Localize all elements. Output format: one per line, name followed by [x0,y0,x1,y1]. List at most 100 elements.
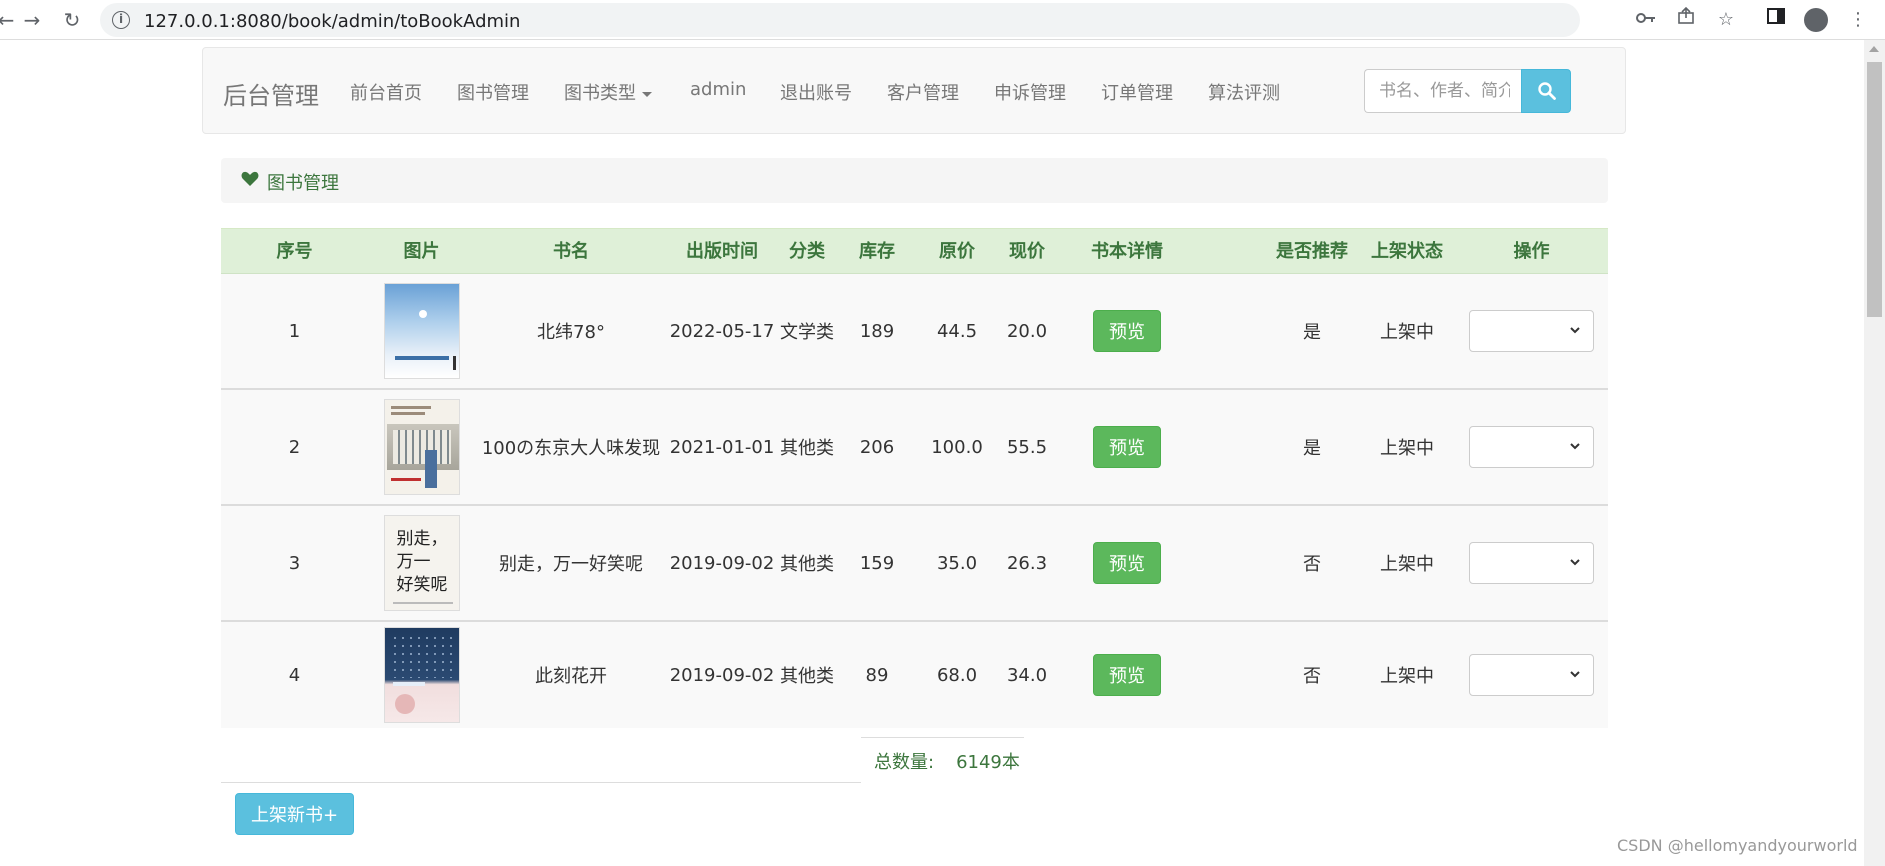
cell-book-name: 别走，万一好笑呢 [499,554,643,575]
total-label: 总数量: [874,752,935,773]
col-index: 序号 [276,241,313,262]
cell-book-name: 北纬78° [537,322,605,343]
cell-recommend: 否 [1303,666,1321,687]
cell-price: 26.3 [1006,552,1048,574]
cell-index: 3 [288,552,301,574]
cover-text: 万一 [396,552,431,572]
preview-button[interactable]: 预览 [1093,426,1161,468]
chevron-down-icon [1570,559,1580,566]
cell-status: 上架中 [1380,554,1434,575]
cell-price: 34.0 [1006,664,1048,686]
nav-item-admin[interactable]: admin [690,79,746,100]
search-button[interactable] [1521,69,1571,113]
book-cover-image [383,399,460,495]
chevron-down-icon [1570,327,1580,334]
page-scrollbar[interactable] [1864,40,1885,866]
address-url[interactable]: 127.0.0.1:8080/book/admin/toBookAdmin [144,11,520,32]
scrollbar-thumb[interactable] [1867,62,1882,317]
nav-item-orders[interactable]: 订单管理 [1101,79,1173,105]
col-name: 书名 [553,241,589,262]
search-input[interactable] [1364,69,1524,113]
search-icon [1538,82,1556,100]
nav-item-home[interactable]: 前台首页 [350,79,422,105]
chevron-down-icon [1570,671,1580,678]
key-icon[interactable] [1632,6,1660,34]
nav-item-book-type-label: 图书类型 [564,83,636,104]
cell-recommend: 是 [1303,438,1321,459]
heart-icon [241,171,259,186]
side-panel-icon[interactable] [1762,6,1790,34]
book-cover-image [383,627,460,723]
more-menu-icon[interactable]: ⋮ [1844,6,1872,34]
cell-status: 上架中 [1380,666,1434,687]
cell-category: 其他类 [780,438,834,459]
book-cover-image [383,283,460,379]
cell-orig-price: 35.0 [936,552,978,574]
forward-icon[interactable]: → [18,6,46,34]
cell-stock: 89 [865,664,889,686]
col-operation: 操作 [1513,241,1550,262]
cell-stock: 189 [859,320,895,342]
preview-button[interactable]: 预览 [1093,542,1161,584]
cell-index: 2 [288,436,301,458]
admin-navbar: 后台管理 前台首页 图书管理 图书类型 admin 退出账号 客户管理 申诉管理… [202,47,1626,134]
site-info-icon[interactable]: i [112,11,130,29]
table-row: 3 别走， 万一 好笑呢 别走，万一好笑呢 2019-09-02 其他类 159… [221,506,1608,622]
nav-item-book-type[interactable]: 图书类型 [564,79,652,105]
cell-book-name: 100の东京大人味发现 [481,438,661,459]
preview-button[interactable]: 预览 [1093,310,1161,352]
col-stock: 库存 [859,241,895,262]
cell-status: 上架中 [1380,438,1434,459]
table-row: 2 100の东京大人味发现 2021-01-01 其他类 206 100.0 5… [221,390,1608,506]
browser-toolbar: ← → ↻ i 127.0.0.1:8080/book/admin/toBook… [0,0,1885,40]
cell-price: 20.0 [1006,320,1048,342]
cell-recommend: 否 [1303,554,1321,575]
divider [221,782,861,783]
table-row: 4 此刻花开 2019-09-02 其他类 89 68.0 34.0 预览 否 … [221,622,1608,728]
nav-item-book-manage[interactable]: 图书管理 [457,79,529,105]
col-recommend: 是否推荐 [1276,241,1348,262]
profile-avatar-icon[interactable] [1804,8,1828,32]
col-category: 分类 [789,241,825,262]
share-icon[interactable] [1672,6,1700,34]
caret-down-icon [642,91,652,97]
nav-item-appeal[interactable]: 申诉管理 [994,79,1066,105]
cover-text: 好笑呢 [396,575,448,595]
navbar-brand[interactable]: 后台管理 [223,76,319,111]
operation-select[interactable] [1469,542,1594,584]
divider [861,737,1024,738]
nav-item-algorithm[interactable]: 算法评测 [1208,79,1280,105]
cell-index: 1 [288,320,301,342]
cell-status: 上架中 [1380,322,1434,343]
cell-orig-price: 44.5 [936,320,978,342]
back-icon[interactable]: ← [0,6,20,34]
watermark-text: CSDN @hellomyandyourworld [1617,836,1858,855]
cell-index: 4 [288,664,301,686]
panel-title: 图书管理 [267,173,339,194]
table-row: 1 北纬78° 2022-05-17 文学类 189 44.5 20.0 预览 … [221,274,1608,390]
cell-date: 2022-05-17 [669,320,775,342]
col-date: 出版时间 [686,241,758,262]
cell-date: 2019-09-02 [669,552,775,574]
reload-icon[interactable]: ↻ [58,6,86,34]
operation-select[interactable] [1469,310,1594,352]
col-image: 图片 [403,241,440,262]
preview-button[interactable]: 预览 [1093,654,1161,696]
cell-orig-price: 68.0 [936,664,978,686]
scroll-up-icon[interactable] [1869,46,1879,52]
col-detail: 书本详情 [1091,241,1163,262]
panel-heading: 图书管理 [221,158,1608,203]
operation-select[interactable] [1469,426,1594,468]
cell-orig-price: 100.0 [931,436,983,458]
operation-select[interactable] [1469,654,1594,696]
add-new-book-button[interactable]: 上架新书+ [235,793,354,835]
cell-category: 其他类 [780,554,834,575]
cell-stock: 206 [859,436,895,458]
address-bar[interactable]: i 127.0.0.1:8080/book/admin/toBookAdmin [100,3,1580,37]
star-icon[interactable]: ☆ [1712,6,1740,34]
nav-item-customer[interactable]: 客户管理 [887,79,959,105]
cell-date: 2019-09-02 [669,664,775,686]
cell-stock: 159 [859,552,895,574]
nav-item-logout[interactable]: 退出账号 [780,79,852,105]
cell-date: 2021-01-01 [669,436,775,458]
